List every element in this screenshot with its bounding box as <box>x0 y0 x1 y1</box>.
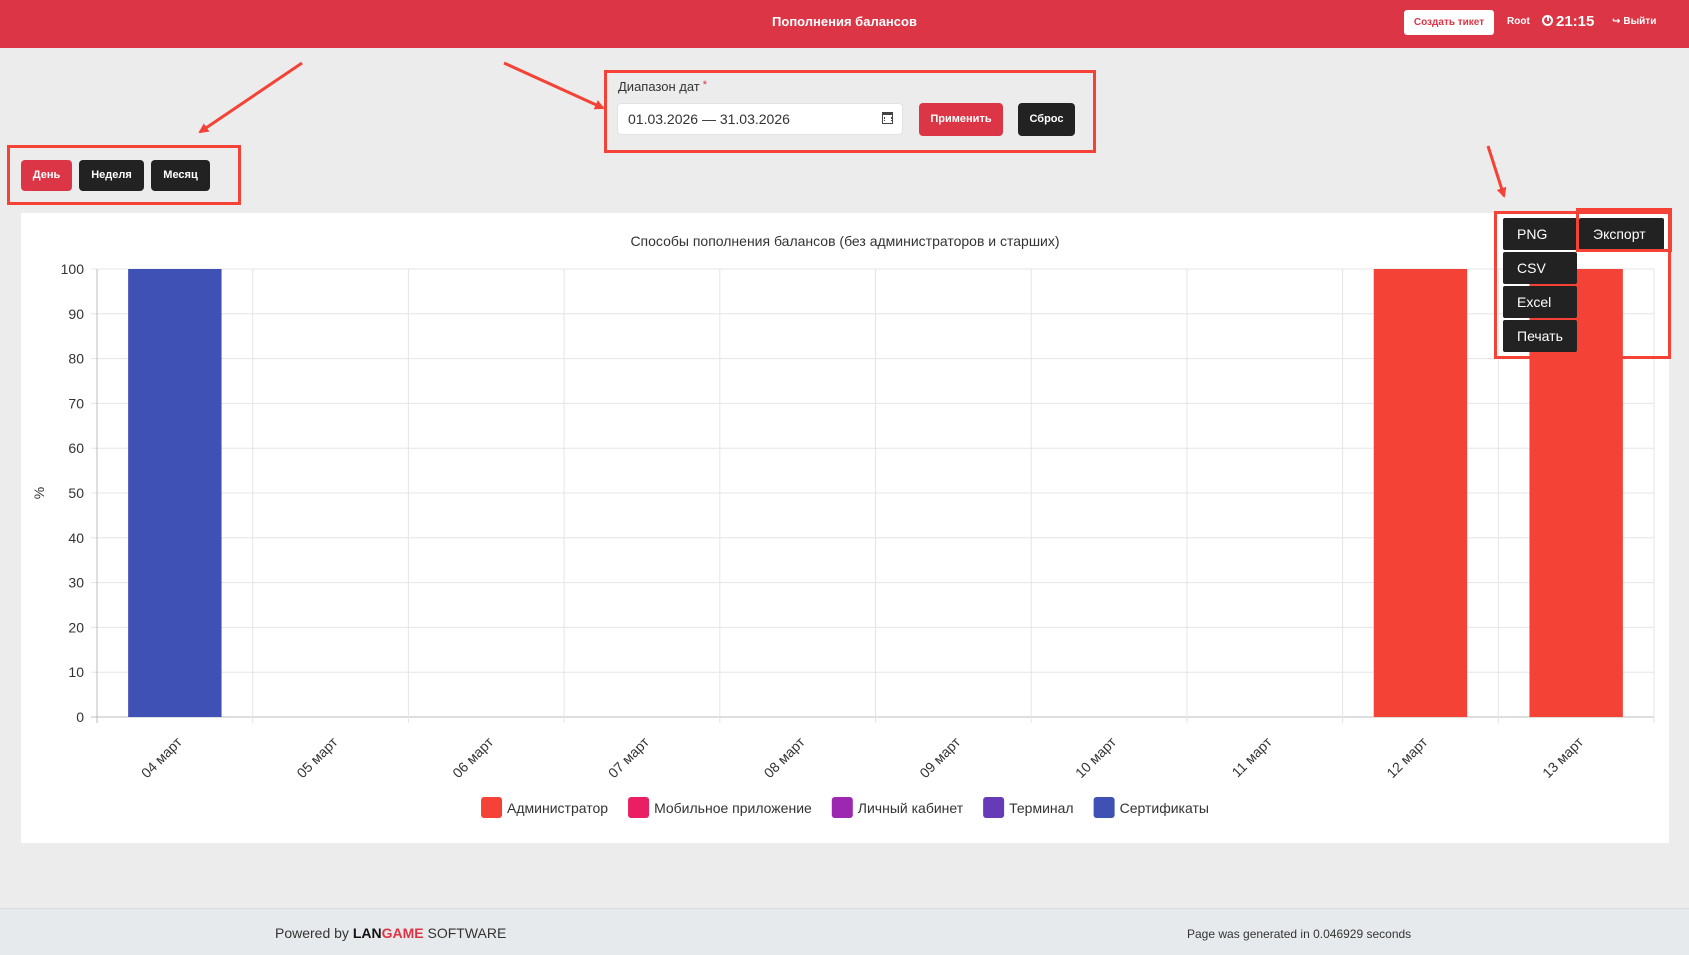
footer: Powered by LANGAME SOFTWARE Page was gen… <box>0 908 1689 955</box>
annotation-arrow <box>1486 145 1507 198</box>
powered-by: Powered by LANGAME SOFTWARE <box>275 925 506 941</box>
annotation-arrow <box>503 61 605 110</box>
generation-time: Page was generated in 0.046929 seconds <box>1187 927 1412 941</box>
annotation-arrows <box>198 61 1507 198</box>
brand-logo-part2: GAME <box>381 925 424 941</box>
powered-prefix: Powered by <box>275 925 349 941</box>
annotation-arrow <box>198 61 303 134</box>
brand-suffix: SOFTWARE <box>427 925 507 941</box>
brand-logo-part1: LAN <box>352 925 382 941</box>
